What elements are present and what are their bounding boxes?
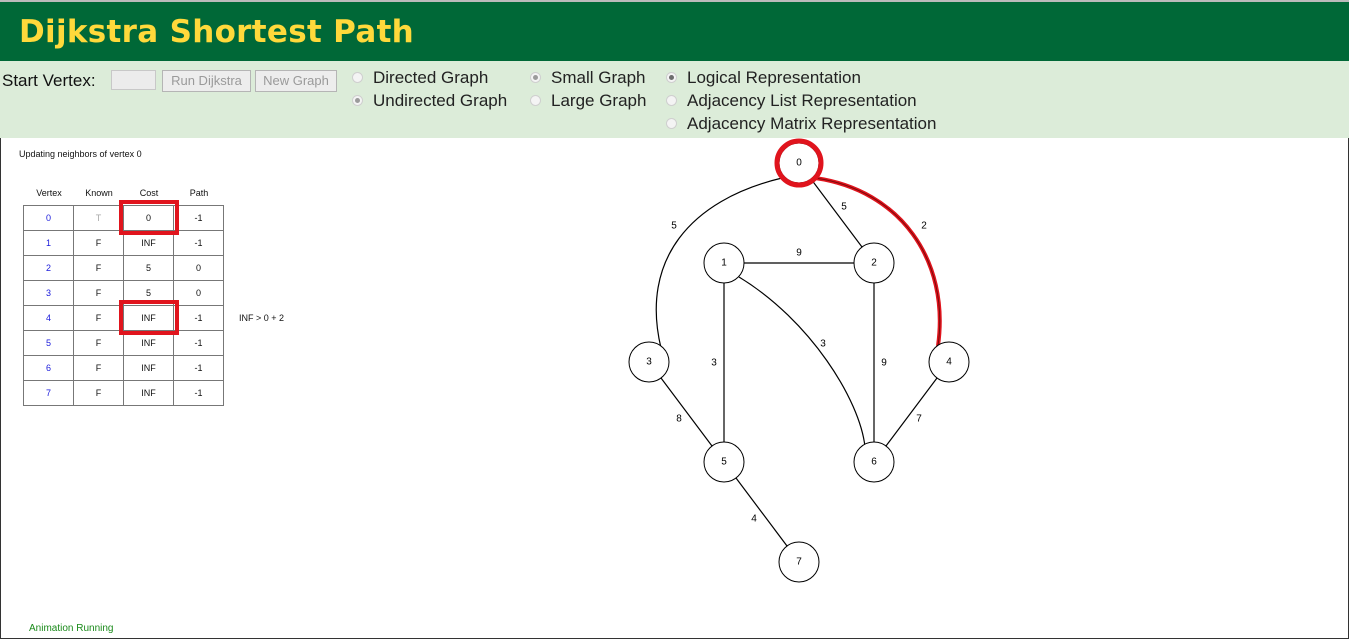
edge-weight-label: 8 xyxy=(676,414,682,425)
status-text: Animation Running xyxy=(29,623,114,634)
edge-weight-label: 3 xyxy=(711,358,717,369)
vertex-label: 1 xyxy=(721,258,727,269)
edge-weight-label: 7 xyxy=(916,414,922,425)
edge-1-6 xyxy=(738,276,866,448)
vertex-label: 2 xyxy=(871,258,877,269)
edge-weight-label: 5 xyxy=(841,202,847,213)
graph-canvas: 5 5 2 9 3 3 9 7 8 4 0 1 2 3 4 5 6 7 xyxy=(628,138,970,583)
edge-weight-label: 4 xyxy=(751,514,757,525)
edge-weight-label: 9 xyxy=(881,358,887,369)
edge-weight-label: 5 xyxy=(671,221,677,232)
vertex-label: 4 xyxy=(946,357,952,368)
vertex-label: 7 xyxy=(796,557,802,568)
edge-weight-label: 2 xyxy=(921,221,927,232)
vertex-label: 5 xyxy=(721,457,727,468)
edge-weight-label: 9 xyxy=(796,248,802,259)
edge-weight-label: 3 xyxy=(820,339,826,350)
vertex-label: 0 xyxy=(796,158,802,169)
vertex-label: 6 xyxy=(871,457,877,468)
vertex-label: 3 xyxy=(646,357,652,368)
